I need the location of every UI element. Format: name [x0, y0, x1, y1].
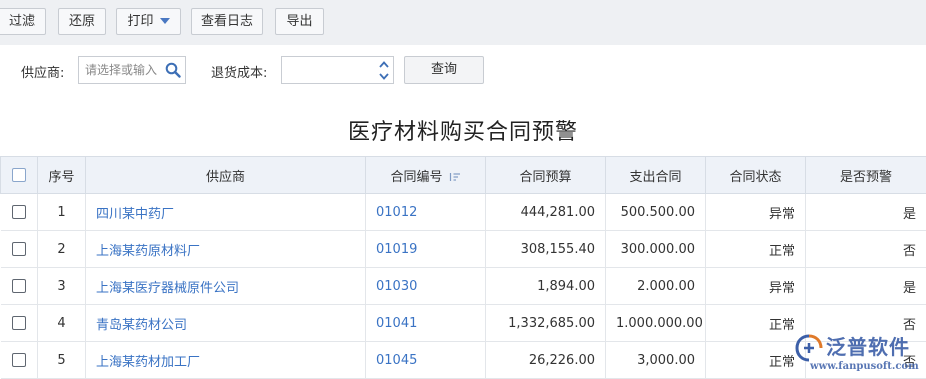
row-checkbox[interactable] — [11, 316, 26, 330]
contract-no-link[interactable]: 01045 — [365, 341, 486, 379]
row-index: 4 — [37, 304, 86, 342]
restore-button[interactable]: 还原 — [58, 8, 106, 35]
expense-cell: 3,000.00 — [605, 341, 706, 379]
row-checkbox[interactable] — [11, 205, 26, 219]
warning-cell: 否 — [805, 230, 926, 268]
supplier-link[interactable]: 四川某中药厂 — [85, 193, 366, 231]
print-button[interactable]: 打印 — [116, 8, 181, 35]
table-row[interactable]: 1 四川某中药厂 01012 444,281.00 500.500.00 异常 … — [0, 193, 926, 231]
view-log-button[interactable]: 查看日志 — [191, 8, 263, 35]
contract-no-link[interactable]: 01030 — [365, 267, 486, 305]
table-header-row: 序号 供应商 合同编号 合同预算 支出合同 合同状态 是否预警 — [0, 156, 926, 194]
row-select-cell — [0, 193, 38, 231]
status-cell: 异常 — [705, 267, 806, 305]
budget-cell: 444,281.00 — [485, 193, 606, 231]
budget-cell: 1,894.00 — [485, 267, 606, 305]
contract-table: 序号 供应商 合同编号 合同预算 支出合同 合同状态 是否预警 1 四川某中药厂… — [0, 156, 926, 379]
expense-cell: 1.000.000.00 — [605, 304, 706, 342]
print-button-label: 打印 — [127, 14, 154, 29]
budget-cell: 308,155.40 — [485, 230, 606, 268]
row-select-cell — [0, 230, 38, 268]
return-cost-label: 退货成本: — [211, 66, 268, 81]
row-select-cell — [0, 341, 38, 379]
row-checkbox[interactable] — [11, 242, 26, 256]
column-header-budget[interactable]: 合同预算 — [485, 156, 606, 194]
row-checkbox[interactable] — [11, 279, 26, 293]
row-index: 3 — [37, 267, 86, 305]
budget-cell: 26,226.00 — [485, 341, 606, 379]
budget-cell: 1,332,685.00 — [485, 304, 606, 342]
query-button[interactable]: 查询 — [404, 56, 484, 84]
supplier-input[interactable] — [79, 57, 163, 83]
export-button[interactable]: 导出 — [275, 8, 324, 35]
report-title: 医疗材料购买合同预警 — [347, 120, 578, 145]
column-header-index: 序号 — [37, 156, 86, 194]
expense-cell: 500.500.00 — [605, 193, 706, 231]
status-cell: 异常 — [705, 193, 806, 231]
row-select-cell — [0, 304, 38, 342]
column-header-status[interactable]: 合同状态 — [705, 156, 806, 194]
contract-no-link[interactable]: 01012 — [365, 193, 486, 231]
return-cost-field[interactable] — [281, 56, 394, 84]
column-header-contract-no-label: 合同编号 — [390, 169, 443, 185]
watermark-brand: 泛普软件 — [826, 335, 910, 359]
fanpu-watermark: 泛普软件 www.fanpusoft.com — [790, 329, 926, 379]
search-icon[interactable] — [165, 62, 181, 78]
column-header-supplier[interactable]: 供应商 — [85, 156, 366, 194]
chevron-down-icon — [159, 17, 170, 24]
column-header-warning[interactable]: 是否预警 — [805, 156, 926, 194]
sort-icon[interactable] — [449, 172, 461, 182]
filter-button[interactable]: 过滤 — [0, 8, 46, 35]
contract-no-link[interactable]: 01019 — [365, 230, 486, 268]
table-row[interactable]: 3 上海某医疗器械原件公司 01030 1,894.00 2.000.00 异常… — [0, 267, 926, 305]
watermark-url: www.fanpusoft.com — [810, 361, 919, 372]
supplier-link[interactable]: 上海某医疗器械原件公司 — [85, 267, 366, 305]
column-header-contract-no[interactable]: 合同编号 — [365, 156, 486, 194]
toolbar: 过滤 还原 打印 查看日志 导出 — [0, 0, 926, 45]
spinner-down-icon[interactable] — [379, 71, 389, 81]
row-checkbox[interactable] — [11, 353, 26, 367]
contract-no-link[interactable]: 01041 — [365, 304, 486, 342]
return-cost-input[interactable] — [282, 57, 372, 83]
supplier-label: 供应商: — [21, 66, 65, 81]
warning-cell: 是 — [805, 267, 926, 305]
row-index: 5 — [37, 341, 86, 379]
status-cell: 正常 — [705, 230, 806, 268]
fanpu-logo-icon — [795, 334, 823, 362]
row-index: 1 — [37, 193, 86, 231]
select-all-checkbox[interactable] — [12, 168, 26, 182]
table-row[interactable]: 5 上海某药材加工厂 01045 26,226.00 3,000.00 正常 否 — [0, 341, 926, 379]
spinner-up-icon[interactable] — [379, 60, 389, 70]
row-select-cell — [0, 267, 38, 305]
expense-cell: 300.000.00 — [605, 230, 706, 268]
supplier-field[interactable] — [78, 56, 186, 84]
supplier-link[interactable]: 青岛某药材公司 — [85, 304, 366, 342]
supplier-link[interactable]: 上海某药原材料厂 — [85, 230, 366, 268]
column-header-expense[interactable]: 支出合同 — [605, 156, 706, 194]
expense-cell: 2.000.00 — [605, 267, 706, 305]
table-row[interactable]: 2 上海某药原材料厂 01019 308,155.40 300.000.00 正… — [0, 230, 926, 268]
row-index: 2 — [37, 230, 86, 268]
warning-cell: 是 — [805, 193, 926, 231]
table-row[interactable]: 4 青岛某药材公司 01041 1,332,685.00 1.000.000.0… — [0, 304, 926, 342]
supplier-link[interactable]: 上海某药材加工厂 — [85, 341, 366, 379]
select-all-cell — [0, 156, 38, 194]
